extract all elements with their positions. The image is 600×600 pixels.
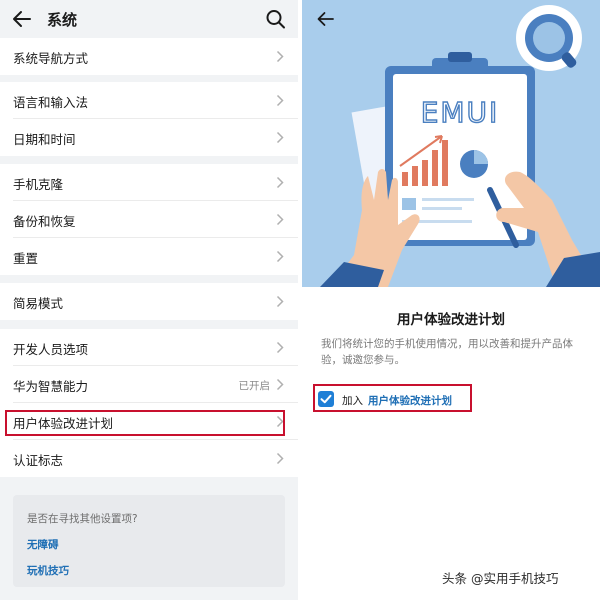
plan-title: 用户体验改进计划 [397, 312, 505, 328]
row-label: 语言和输入法 [13, 95, 89, 110]
row-label: 日期和时间 [13, 132, 76, 147]
row-label: 认证标志 [13, 453, 64, 468]
join-plan-link[interactable]: 用户体验改进计划 [368, 393, 452, 408]
join-label: 加入 [342, 395, 363, 407]
settings-system-panel: 系统 系统导航方式 语言和输入法 日期和时间 手机克隆 备份和恢复 重置 简易模… [0, 0, 298, 600]
arrow-left-icon[interactable] [10, 8, 34, 30]
chevron-right-icon [276, 250, 284, 263]
settings-row-backup[interactable]: 备份和恢复 [0, 201, 298, 238]
chevron-right-icon [276, 415, 284, 428]
row-label: 重置 [13, 251, 39, 266]
plan-description: 我们将统计您的手机使用情况，用以改善和提升产品体验，诚邀您参与。 [321, 338, 573, 366]
row-label: 华为智慧能力 [13, 379, 89, 394]
link-tips[interactable]: 玩机技巧 [27, 563, 69, 578]
user-experience-panel: EMUI 用户体验改进计划 我们将统计您的手机使用情况，用以改善和提升产品体验，… [302, 0, 600, 600]
suggestion-card: 是否在寻找其他设置项? 无障碍 玩机技巧 [13, 495, 285, 587]
chevron-right-icon [276, 341, 284, 354]
suggestion-title: 是否在寻找其他设置项? [27, 513, 138, 525]
checkmark-icon [320, 394, 332, 404]
settings-row-datetime[interactable]: 日期和时间 [0, 119, 298, 156]
status-text: 已开启 [238, 380, 271, 392]
app-bar: 系统 [0, 0, 298, 38]
emui-illustration: EMUI [302, 0, 600, 287]
settings-row-user-experience[interactable]: 用户体验改进计划 [0, 403, 298, 440]
watermark: 头条 @实用手机技巧 [442, 571, 559, 586]
row-label: 系统导航方式 [13, 51, 89, 66]
chevron-right-icon [276, 213, 284, 226]
coffee-cup-icon [516, 5, 582, 71]
search-icon[interactable] [264, 8, 288, 30]
row-label: 开发人员选项 [13, 342, 89, 357]
settings-row-simple-mode[interactable]: 简易模式 [0, 283, 298, 320]
chevron-right-icon [276, 131, 284, 144]
settings-row-developer[interactable]: 开发人员选项 [0, 329, 298, 366]
chevron-right-icon [276, 94, 284, 107]
link-accessibility[interactable]: 无障碍 [27, 537, 59, 552]
row-label: 简易模式 [13, 296, 64, 311]
chevron-right-icon [276, 378, 284, 391]
chevron-right-icon [276, 295, 284, 308]
settings-row-language[interactable]: 语言和输入法 [0, 82, 298, 119]
settings-row-navigation[interactable]: 系统导航方式 [0, 38, 298, 75]
arrow-left-icon[interactable] [314, 8, 336, 30]
settings-row-huawei-ai[interactable]: 华为智慧能力 已开启 [0, 366, 298, 403]
emui-logo-text: EMUI [421, 96, 500, 129]
join-checkbox[interactable] [318, 391, 334, 407]
settings-row-phone-clone[interactable]: 手机克隆 [0, 164, 298, 201]
settings-row-certification[interactable]: 认证标志 [0, 440, 298, 477]
settings-row-reset[interactable]: 重置 [0, 238, 298, 275]
chevron-right-icon [276, 50, 284, 63]
row-label: 手机克隆 [13, 177, 64, 192]
row-label: 用户体验改进计划 [13, 416, 114, 431]
page-title: 系统 [47, 11, 78, 29]
row-label: 备份和恢复 [13, 214, 76, 229]
chevron-right-icon [276, 452, 284, 465]
chevron-right-icon [276, 176, 284, 189]
